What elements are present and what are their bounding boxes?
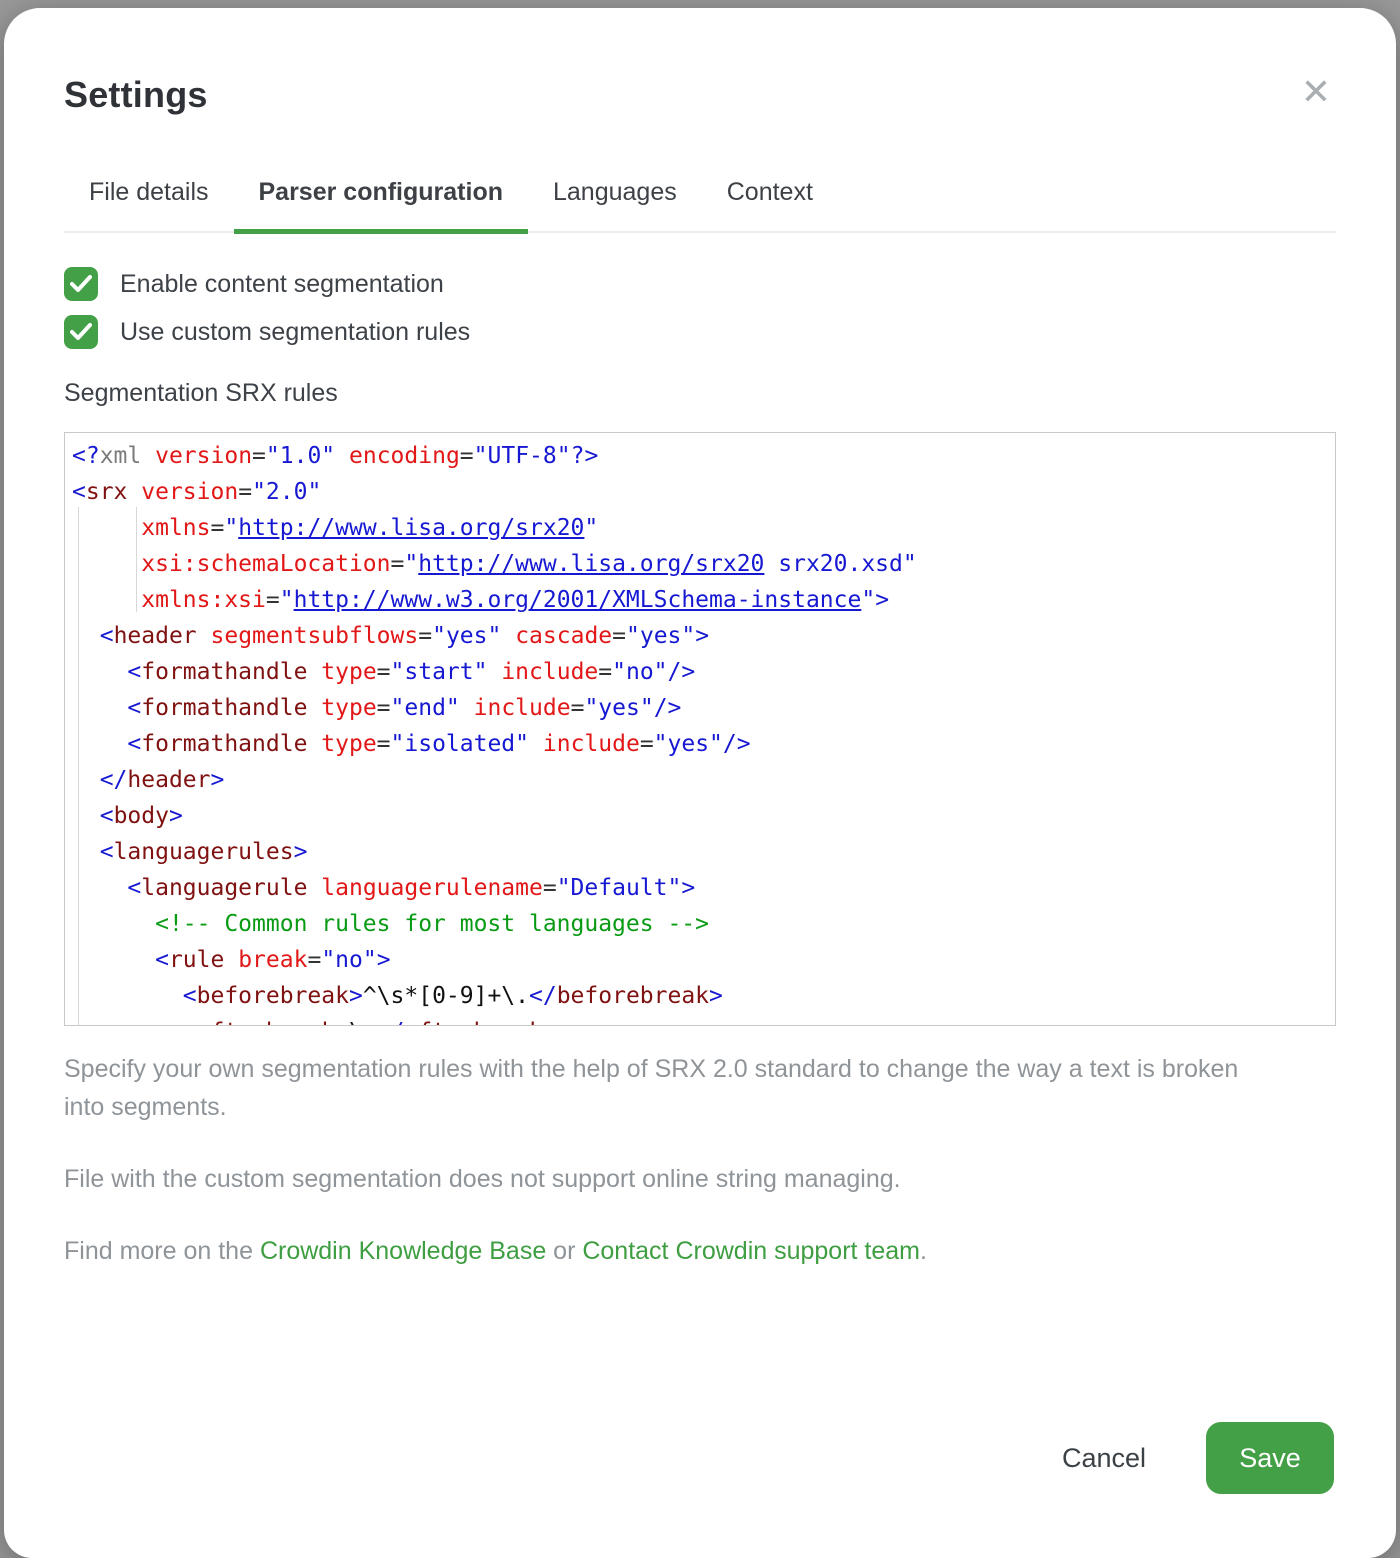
- tab-parser-configuration[interactable]: Parser configuration: [234, 178, 529, 231]
- link-separator: or: [546, 1237, 582, 1265]
- find-more-prefix: Find more on the: [64, 1237, 260, 1265]
- tab-context[interactable]: Context: [702, 178, 838, 231]
- checkbox-use-custom-segmentation-rules[interactable]: Use custom segmentation rules: [64, 315, 1336, 349]
- indent-guide: [78, 507, 79, 1025]
- knowledge-base-link[interactable]: Crowdin Knowledge Base: [260, 1237, 546, 1265]
- checkbox-checked-icon[interactable]: [64, 267, 98, 301]
- cancel-button[interactable]: Cancel: [1058, 1433, 1150, 1484]
- tab-languages[interactable]: Languages: [528, 178, 702, 231]
- settings-dialog: Settings ✕ File details Parser configura…: [4, 8, 1396, 1558]
- help-paragraph-online-managing: File with the custom segmentation does n…: [64, 1160, 1274, 1198]
- save-button[interactable]: Save: [1206, 1422, 1334, 1494]
- contact-support-link[interactable]: Contact Crowdin support team: [582, 1237, 920, 1265]
- checkbox-group: Enable content segmentation Use custom s…: [64, 267, 1336, 349]
- checkmark-icon: [70, 323, 92, 341]
- tab-bar: File details Parser configuration Langua…: [64, 178, 1336, 233]
- srx-rules-label: Segmentation SRX rules: [64, 379, 1336, 408]
- code-editor-content: <?xml version="1.0" encoding="UTF-8"?><s…: [72, 438, 1325, 1026]
- checkmark-icon: [70, 275, 92, 293]
- tab-file-details[interactable]: File details: [64, 178, 234, 231]
- close-icon[interactable]: ✕: [1294, 70, 1338, 114]
- dialog-actions: Cancel Save: [1058, 1422, 1334, 1494]
- page-title: Settings: [64, 74, 1336, 116]
- help-paragraph-find-more: Find more on the Crowdin Knowledge Base …: [64, 1232, 1274, 1270]
- help-text: Specify your own segmentation rules with…: [64, 1050, 1336, 1270]
- checkbox-enable-content-segmentation[interactable]: Enable content segmentation: [64, 267, 1336, 301]
- srx-code-editor[interactable]: <?xml version="1.0" encoding="UTF-8"?><s…: [64, 432, 1336, 1026]
- checkbox-label: Use custom segmentation rules: [120, 318, 470, 347]
- help-paragraph-srx: Specify your own segmentation rules with…: [64, 1050, 1274, 1126]
- checkbox-label: Enable content segmentation: [120, 270, 444, 299]
- indent-guide: [136, 507, 137, 612]
- find-more-suffix: .: [920, 1237, 927, 1265]
- checkbox-checked-icon[interactable]: [64, 315, 98, 349]
